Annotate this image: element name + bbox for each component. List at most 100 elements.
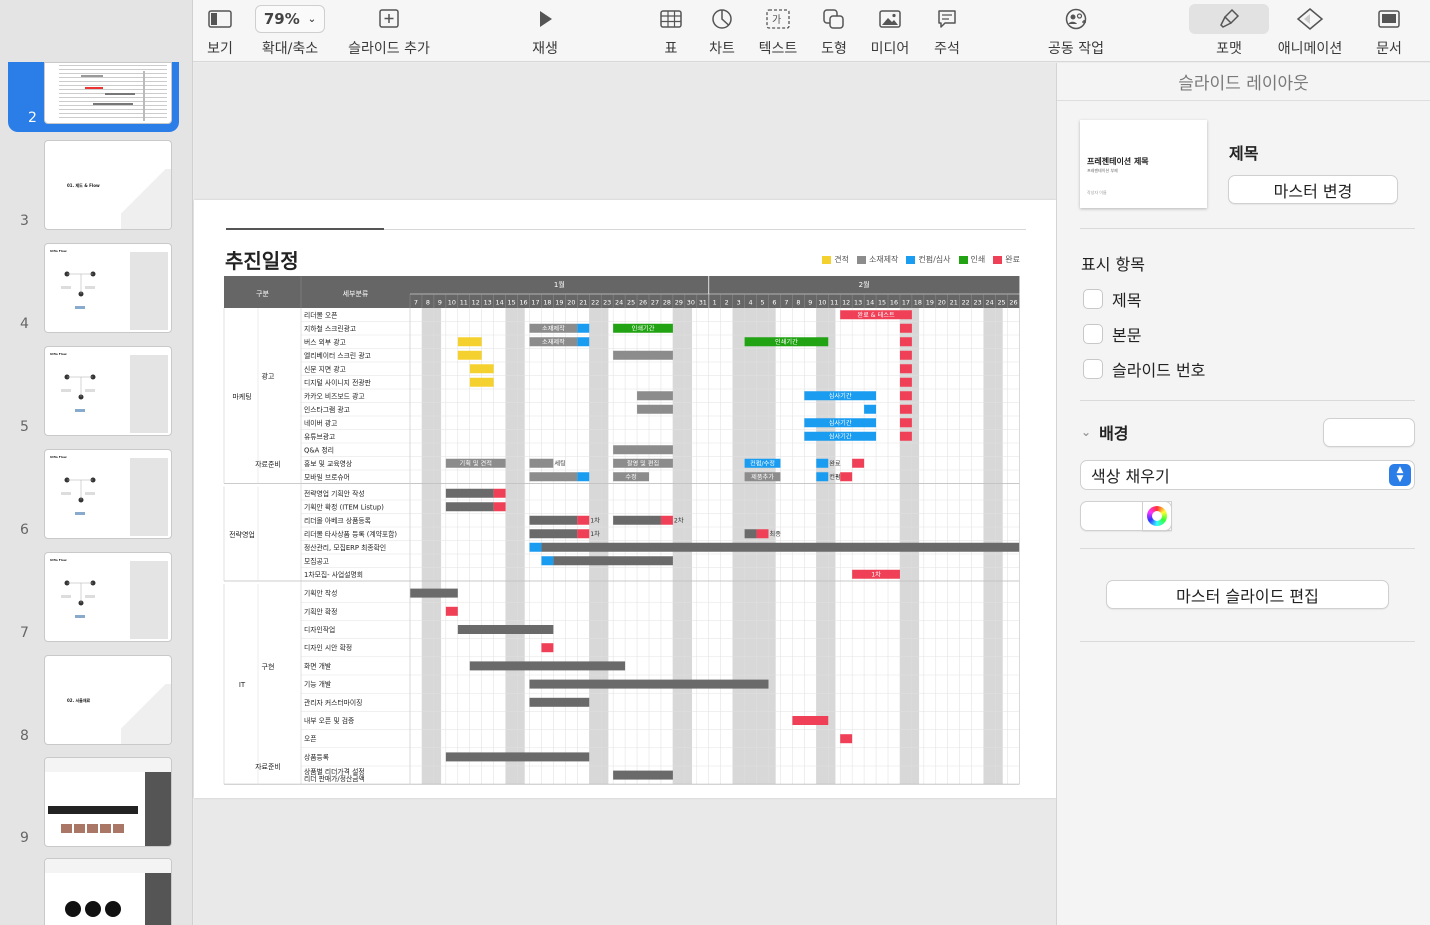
table-button[interactable]: 표 xyxy=(659,4,683,58)
chart-button[interactable]: 차트 xyxy=(706,4,738,58)
media-button[interactable]: 미디어 xyxy=(869,4,911,58)
row-label: 리더몰 아베크 상품등록 xyxy=(304,516,371,525)
gantt-bar xyxy=(899,404,912,414)
document-label: 문서 xyxy=(1376,41,1402,57)
shape-button[interactable]: 도형 xyxy=(818,4,850,58)
fill-type-select[interactable]: 색상 채우기 ▲ ▼ xyxy=(1080,460,1415,490)
weekend-column xyxy=(421,308,442,785)
bar-label: 완료 & 테스트 xyxy=(857,311,895,319)
layout-thumbnail[interactable]: 프레젠테이션 제목 프레젠테이션 부제 작성자 이름 xyxy=(1080,120,1207,208)
day-label: 14 xyxy=(496,299,504,307)
slide-navigator[interactable]: 2 3 01. 제도 & Flow 4 Uiflo Flow 5 Uiflo Flow 6 Ui… xyxy=(0,0,193,925)
row-label: 리더몰 오픈 xyxy=(304,310,337,319)
slide-thumbnail[interactable]: Uiflo Flow xyxy=(44,552,172,642)
view-button[interactable]: 보기 xyxy=(205,4,235,58)
gantt-bar xyxy=(457,625,554,634)
view-label: 보기 xyxy=(207,41,233,57)
gantt-bar xyxy=(852,458,865,468)
slide-number: 7 xyxy=(20,625,29,641)
bar-label: 제품추가 xyxy=(751,473,774,481)
slide-thumbnail[interactable]: 02. 서울재료 xyxy=(44,655,172,745)
inspector-header: 슬라이드 레이아웃 xyxy=(1057,63,1430,101)
row-label: 디자인 시안 확정 xyxy=(304,643,352,652)
text-button[interactable]: 가 텍스트 xyxy=(756,4,800,58)
plus-square-icon xyxy=(377,4,401,34)
day-label: 4 xyxy=(749,299,753,307)
animate-button[interactable]: 애니메이션 xyxy=(1276,4,1344,58)
day-label: 11 xyxy=(830,299,838,307)
title-checkbox-row[interactable]: 제목 xyxy=(1083,287,1141,311)
zoom-dropdown[interactable]: 79% ⌄ xyxy=(255,5,325,33)
body-checkbox[interactable] xyxy=(1083,324,1103,344)
current-slide[interactable]: 추진일정 견적 소재제작 컨펌/심사 인쇄 완료 구분 세부분류 1월 2월 7 8 9 10 11 12… xyxy=(194,200,1056,798)
row-label: 디자인작업 xyxy=(304,625,335,634)
slide-number-checkbox[interactable] xyxy=(1083,359,1103,379)
title-checkbox[interactable] xyxy=(1083,289,1103,309)
row-label: 리더 판매가/정산금액 xyxy=(304,774,365,783)
background-section[interactable]: ⌄ 배경 xyxy=(1081,420,1129,444)
change-master-button[interactable]: 마스터 변경 xyxy=(1228,175,1398,204)
body-checkbox-row[interactable]: 본문 xyxy=(1083,322,1141,346)
document-button[interactable]: 문서 xyxy=(1374,4,1404,58)
slide-thumbnail[interactable] xyxy=(44,757,172,847)
format-button[interactable]: 포맷 xyxy=(1189,4,1269,58)
edit-master-slide-button[interactable]: 마스터 슬라이드 편집 xyxy=(1106,580,1389,609)
slide-thumbnail[interactable] xyxy=(44,858,172,925)
gantt-bar xyxy=(899,431,912,441)
gantt-bar xyxy=(899,323,912,333)
day-label: 17 xyxy=(531,299,539,307)
group-label: 마케팅 xyxy=(232,392,251,401)
gantt-bar xyxy=(457,337,482,347)
day-label: 18 xyxy=(543,299,551,307)
gantt-bar xyxy=(613,350,673,360)
slide-thumbnail[interactable]: Uiflo Flow xyxy=(44,449,172,539)
gantt-bar xyxy=(637,391,673,401)
day-label: 8 xyxy=(426,299,430,307)
play-button[interactable]: 재생 xyxy=(528,4,562,58)
slide-number-checkbox-row[interactable]: 슬라이드 번호 xyxy=(1083,357,1205,381)
bar-label: 수정 xyxy=(625,473,636,481)
gantt-bar xyxy=(445,488,494,498)
shape-label: 도형 xyxy=(821,41,847,57)
day-label: 9 xyxy=(808,299,812,307)
text-box-icon: 가 xyxy=(765,4,791,34)
slide-thumbnail[interactable]: Uiflo Flow xyxy=(44,243,172,333)
day-label: 17 xyxy=(902,299,910,307)
weekend-column xyxy=(505,308,525,785)
day-label: 27 xyxy=(651,299,659,307)
gantt-bar xyxy=(529,515,578,525)
toolbar: 보기 79% ⌄ 확대/축소 슬라이드 추가 재생 표 차트 가 텍스트 도형 xyxy=(193,0,1430,62)
color-wheel-button[interactable] xyxy=(1142,501,1172,531)
gantt-bar xyxy=(541,542,1020,552)
gantt-bar xyxy=(899,337,912,347)
day-label: 23 xyxy=(974,299,982,307)
gantt-bar xyxy=(792,716,829,725)
slide-thumbnail[interactable]: Uiflo Flow xyxy=(44,346,172,436)
background-color-well[interactable] xyxy=(1323,418,1415,447)
thumb-caption: 02. 서울재료 xyxy=(67,698,91,703)
gantt-bar xyxy=(493,488,506,498)
day-label: 12 xyxy=(472,299,480,307)
bar-label: 세팅 xyxy=(554,460,565,468)
gantt-bar xyxy=(529,697,590,707)
collaborate-button[interactable]: 공동 작업 xyxy=(1046,4,1106,58)
row-label: 네이버 광고 xyxy=(304,418,337,427)
slide-thumbnail[interactable] xyxy=(44,62,172,124)
slide-canvas[interactable]: 추진일정 견적 소재제작 컨펌/심사 인쇄 완료 구분 세부분류 1월 2월 7 8 9 10 11 12… xyxy=(194,63,1056,925)
day-label: 30 xyxy=(687,299,695,307)
add-slide-button[interactable]: 슬라이드 추가 xyxy=(346,4,432,58)
group-label: 전략영업 xyxy=(229,530,255,539)
slide-number: 2 xyxy=(28,110,37,126)
comment-button[interactable]: 주석 xyxy=(933,4,961,58)
thumb-author: 작성자 이름 xyxy=(1087,190,1107,195)
day-label: 1 xyxy=(713,299,717,307)
gantt-chart[interactable]: 구분 세부분류1월 2월7 8 9 10 11 12 13 14 15 16 17 18 19 20 21 22 2… xyxy=(194,200,1056,798)
row-label: 기능 개발 xyxy=(304,680,331,689)
day-label: 26 xyxy=(1009,299,1017,307)
slide-thumbnail[interactable]: 01. 제도 & Flow xyxy=(44,140,172,230)
gantt-bar xyxy=(756,529,769,539)
zoom-control[interactable]: 79% ⌄ 확대/축소 xyxy=(255,4,325,58)
slide-number: 3 xyxy=(20,213,29,229)
slide-number: 4 xyxy=(20,316,29,332)
gantt-bar xyxy=(469,661,626,671)
